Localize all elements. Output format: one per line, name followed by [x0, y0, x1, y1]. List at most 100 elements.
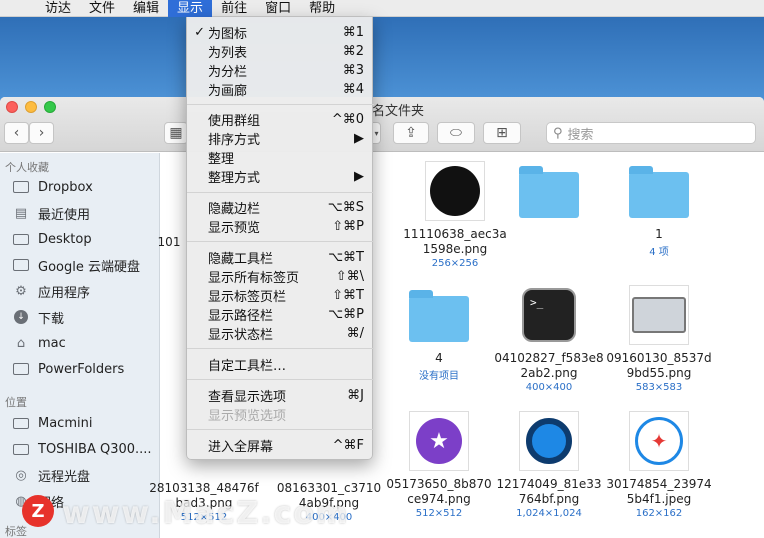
folder-item[interactable]: 1 4 项 [604, 161, 714, 258]
menu-item-label: 显示所有标签页 [208, 271, 300, 286]
menu-item-hide-sidebar[interactable]: 隐藏边栏 ⌥⌘S [187, 198, 374, 217]
submenu-arrow-icon: ▶ [354, 169, 364, 184]
sidebar-item-downloads[interactable]: ↓ 下载 [12, 307, 64, 327]
sidebar-item-desktop[interactable]: Desktop [12, 229, 92, 249]
folder-icon [12, 257, 30, 273]
file-item[interactable]: >_ 04102827_f583e82ab2.png 400×400 [494, 285, 604, 393]
menu-finder[interactable]: 访达 [36, 0, 80, 17]
sidebar-item-macmini[interactable]: Macmini [12, 413, 92, 433]
menu-item-shortcut: ⌘4 [342, 82, 364, 97]
arrange-button[interactable]: ▾ [373, 122, 381, 144]
menu-item-show-preview[interactable]: 显示预览 ⇧⌘P [187, 217, 374, 236]
zoom-button[interactable] [44, 101, 56, 113]
file-item[interactable]: 101 [149, 229, 189, 250]
menu-edit[interactable]: 编辑 [124, 0, 168, 17]
sidebar-item-google-drive[interactable]: Google 云端硬盘 [12, 255, 140, 275]
menu-separator [187, 379, 374, 380]
folder-item[interactable]: 4 没有项目 [384, 285, 494, 382]
computer-icon [12, 415, 30, 431]
sidebar-item-label: 应用程序 [38, 285, 91, 301]
view-menu: ✓ 为图标 ⌘1 为列表 ⌘2 为分栏 ⌘3 为画廊 ⌘4 使用群组 ^⌘0 排序方式 ▶ 整… [186, 17, 374, 460]
menu-item-hide-toolbar[interactable]: 隐藏工具栏 ⌥⌘T [187, 248, 374, 267]
sidebar-item-recents[interactable]: ▤ 最近使用 [12, 203, 90, 223]
file-item[interactable]: ✦ 30174854_239745b4f1.jpeg 162×162 [604, 411, 714, 519]
submenu-arrow-icon: ▶ [354, 131, 364, 146]
view-mode-button[interactable]: ▦ [164, 122, 188, 144]
apple-logo-icon [430, 166, 480, 216]
menu-item-sort-by[interactable]: 排序方式 ▶ [187, 129, 374, 148]
menu-item-show-status-bar[interactable]: 显示状态栏 ⌘/ [187, 324, 374, 343]
folder-icon [409, 285, 469, 345]
sidebar-item-toshiba[interactable]: TOSHIBA Q300.... [12, 439, 152, 459]
menu-item-as-columns[interactable]: 为分栏 ⌘3 [187, 61, 374, 80]
menu-item-shortcut: ^⌘F [332, 438, 364, 453]
file-name: 4 [435, 351, 443, 365]
menu-help[interactable]: 帮助 [300, 0, 344, 17]
file-item[interactable]: ★ 05173650_8b870ce974.png 512×512 [384, 411, 494, 519]
menu-item-as-list[interactable]: 为列表 ⌘2 [187, 42, 374, 61]
chevron-down-icon: ▾ [374, 128, 379, 138]
menu-item-shortcut: ⌘J [347, 388, 364, 403]
folder-icon [629, 161, 689, 221]
menu-item-label: 隐藏工具栏 [208, 252, 274, 267]
folder-icon [519, 161, 579, 221]
sidebar-item-label: Desktop [38, 231, 92, 247]
desktop-icon [12, 231, 30, 247]
grid-icon: ▦ [169, 125, 183, 141]
finder-window: 名文件夹 ‹ › ▦ ▾ ⇪ ⬭ ⊞ ⚲ 搜索 个人收藏 Dropbox ▤ 最… [0, 97, 764, 538]
menu-item-show-all-tabs[interactable]: 显示所有标签页 ⇧⌘\ [187, 267, 374, 286]
sidebar-item-powerfolders[interactable]: PowerFolders [12, 359, 124, 379]
menu-separator [187, 241, 374, 242]
file-item[interactable]: 12174049_81e33764bf.png 1,024×1,024 [494, 411, 604, 519]
file-dimensions: 512×512 [415, 508, 463, 519]
menu-item-use-groups[interactable]: 使用群组 ^⌘0 [187, 110, 374, 129]
menu-item-show-view-options[interactable]: 查看显示选项 ⌘J [187, 386, 374, 405]
sidebar-item-home[interactable]: ⌂ mac [12, 333, 66, 353]
close-button[interactable] [6, 101, 18, 113]
menu-item-label: 自定工具栏… [208, 359, 287, 374]
sidebar-item-label: 最近使用 [38, 207, 91, 223]
menu-item-as-gallery[interactable]: 为画廊 ⌘4 [187, 80, 374, 99]
menu-go[interactable]: 前往 [212, 0, 256, 17]
image-thumbnail [519, 411, 579, 471]
search-field[interactable]: ⚲ 搜索 [546, 122, 756, 144]
menu-item-show-path-bar[interactable]: 显示路径栏 ⌥⌘P [187, 305, 374, 324]
minimize-button[interactable] [25, 101, 37, 113]
menu-item-enter-full-screen[interactable]: 进入全屏幕 ^⌘F [187, 436, 374, 455]
menu-item-clean-up-by[interactable]: 整理方式 ▶ [187, 167, 374, 186]
sidebar-item-applications[interactable]: ⚙ 应用程序 [12, 281, 90, 301]
back-button[interactable]: ‹ [4, 122, 29, 144]
folder-item[interactable] [494, 161, 604, 221]
image-thumbnail: ★ [409, 411, 469, 471]
menu-window[interactable]: 窗口 [256, 0, 300, 17]
menu-separator [187, 348, 374, 349]
menu-item-shortcut: ⇧⌘\ [335, 269, 364, 284]
menu-item-as-icons[interactable]: ✓ 为图标 ⌘1 [187, 23, 374, 42]
menu-item-shortcut: ⇧⌘T [332, 288, 364, 303]
image-thumbnail: >_ [519, 285, 579, 345]
menu-item-clean-up[interactable]: 整理 [187, 148, 374, 167]
sidebar-item-label: Google 云端硬盘 [38, 259, 140, 275]
sidebar-item-label: PowerFolders [38, 361, 125, 377]
chevron-right-icon: › [38, 125, 45, 141]
file-name: 12174049_81e33764bf.png [496, 477, 602, 506]
image-thumbnail: ✦ [629, 411, 689, 471]
menu-view[interactable]: 显示 [168, 0, 213, 17]
menu-item-show-tab-bar[interactable]: 显示标签页栏 ⇧⌘T [187, 286, 374, 305]
menu-item-label: 为图标 [208, 27, 248, 42]
share-button[interactable]: ⇪ [393, 122, 429, 144]
sidebar-item-label: 下载 [38, 311, 65, 327]
tag-button[interactable]: ⬭ [437, 122, 475, 144]
forward-button[interactable]: › [29, 122, 54, 144]
menu-file[interactable]: 文件 [80, 0, 124, 17]
terminal-icon: >_ [522, 288, 576, 342]
menu-item-customize-toolbar[interactable]: 自定工具栏… [187, 355, 374, 374]
file-name: 05173650_8b870ce974.png [386, 477, 492, 506]
file-name: 30174854_239745b4f1.jpeg [606, 477, 712, 506]
sidebar-item-dropbox[interactable]: Dropbox [12, 177, 93, 197]
file-item[interactable]: 09160130_8537d9bd55.png 583×583 [604, 285, 714, 393]
tag-icon: ⬭ [450, 125, 462, 141]
sidebar-item-remote-disc[interactable]: ◎ 远程光盘 [12, 465, 90, 485]
menu-item-shortcut: ^⌘0 [331, 112, 364, 127]
new-folder-button[interactable]: ⊞ [483, 122, 521, 144]
